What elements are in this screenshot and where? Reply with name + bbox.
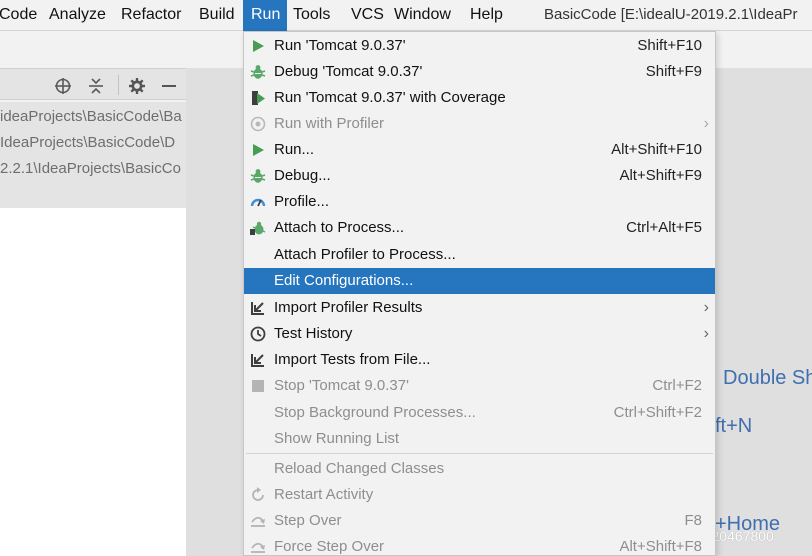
submenu-arrow-icon: › [703,299,709,316]
menu-item-reload-changed-classes[interactable]: Reload Changed Classes [244,456,715,482]
profile-gauge-icon [249,193,267,211]
menu-help[interactable]: Help [467,0,506,31]
menu-item-label: Restart Activity [274,486,374,503]
menu-item-label: Import Tests from File... [274,351,431,368]
history-clock-icon [249,325,267,343]
menu-item-label: Stop 'Tomcat 9.0.37' [274,377,409,394]
menu-item-label: Run 'Tomcat 9.0.37' [274,37,406,54]
menu-code[interactable]: Code [0,0,40,31]
import-icon [249,299,267,317]
menu-item-label: Attach Profiler to Process... [274,246,456,263]
menu-item-import-tests[interactable]: Import Tests from File... [244,347,715,373]
force-step-over-icon [249,538,267,556]
menu-item-attach-profiler[interactable]: Attach Profiler to Process... [244,242,715,268]
submenu-arrow-icon: › [703,325,709,342]
project-toolbar [0,32,186,102]
editor-hint-go-to-file: ft+N [715,415,753,437]
main-menu-bar: Code Analyze Refactor Build Run Tools VC… [0,0,812,31]
window-title: BasicCode [E:\idealU-2019.2.1\IdeaPr [544,6,798,23]
editor-hint-search-everywhere: Double Sh [723,367,812,389]
menu-analyze[interactable]: Analyze [46,0,109,31]
project-path-list: ideaProjects\BasicCode\Ba IdeaProjects\B… [0,102,186,208]
run-icon [249,141,267,159]
menu-item-stop-background-processes[interactable]: Stop Background Processes... Ctrl+Shift+… [244,400,715,426]
menu-item-label: Show Running List [274,430,400,447]
menu-item-shortcut: Alt+Shift+F8 [619,538,702,555]
import-icon [249,351,267,369]
menu-item-label: Attach to Process... [274,219,405,236]
menu-item-debug-tomcat[interactable]: Debug 'Tomcat 9.0.37' Shift+F9 [244,59,715,85]
menu-item-label: Run... [274,141,315,158]
menu-item-label: Debug 'Tomcat 9.0.37' [274,63,423,80]
debug-icon [249,167,267,185]
menu-item-label: Debug... [274,167,331,184]
menu-item-force-step-over[interactable]: Force Step Over Alt+Shift+F8 [244,534,715,556]
menu-item-edit-configurations[interactable]: Edit Configurations... [244,268,715,294]
attach-debugger-icon [249,219,267,237]
crosshair-icon[interactable] [53,76,73,96]
run-menu-dropdown: Run 'Tomcat 9.0.37' Shift+F10 Debug 'Tom… [243,31,716,556]
menu-item-shortcut: Shift+F9 [645,63,702,80]
menu-item-profile[interactable]: Profile... [244,189,715,215]
menu-item-label: Reload Changed Classes [274,460,445,477]
menu-separator [246,453,713,454]
coverage-icon [249,89,267,107]
gear-icon[interactable] [127,76,147,96]
menu-refactor[interactable]: Refactor [118,0,184,31]
menu-item-run-with-profiler[interactable]: Run with Profiler › [244,111,715,137]
menu-item-run-with-coverage[interactable]: Run 'Tomcat 9.0.37' with Coverage [244,85,715,111]
submenu-arrow-icon: › [703,115,709,132]
stop-icon [249,377,267,395]
menu-item-run[interactable]: Run... Alt+Shift+F10 [244,137,715,163]
menu-item-step-over[interactable]: Step Over F8 [244,508,715,534]
project-tool-window: ideaProjects\BasicCode\Ba IdeaProjects\B… [0,32,186,556]
minimize-icon[interactable] [159,76,179,96]
path-row[interactable]: 2.2.1\IdeaProjects\BasicCo [0,156,186,182]
menu-item-show-running-list[interactable]: Show Running List [244,426,715,452]
menu-item-shortcut: Ctrl+Alt+F5 [626,219,702,236]
menu-item-label: Profile... [274,193,330,210]
menu-item-test-history[interactable]: Test History › [244,321,715,347]
menu-item-label: Run 'Tomcat 9.0.37' with Coverage [274,89,506,106]
menu-item-run-tomcat[interactable]: Run 'Tomcat 9.0.37' Shift+F10 [244,33,715,59]
menu-item-shortcut: Alt+Shift+F10 [611,141,702,158]
menu-item-import-profiler-results[interactable]: Import Profiler Results › [244,295,715,321]
menu-item-restart-activity[interactable]: Restart Activity [244,482,715,508]
project-header [0,68,186,100]
restart-icon [249,486,267,504]
step-over-icon [249,512,267,530]
menu-item-label: Stop Background Processes... [274,404,476,421]
path-row[interactable]: ideaProjects\BasicCode\Ba [0,104,186,130]
profiler-icon [249,115,267,133]
path-row[interactable]: IdeaProjects\BasicCode\D [0,130,186,156]
menu-item-label: Edit Configurations... [274,272,414,289]
toolbar-separator [118,75,119,95]
menu-vcs[interactable]: VCS [348,0,387,31]
menu-item-shortcut: Alt+Shift+F9 [619,167,702,184]
collapse-icon[interactable] [86,76,106,96]
run-icon [249,37,267,55]
menu-run[interactable]: Run [243,0,287,31]
menu-item-stop-tomcat[interactable]: Stop 'Tomcat 9.0.37' Ctrl+F2 [244,373,715,399]
menu-item-label: Import Profiler Results [274,299,423,316]
menu-item-shortcut: Ctrl+Shift+F2 [613,404,702,421]
menu-item-shortcut: Ctrl+F2 [652,377,702,394]
menu-item-shortcut: Shift+F10 [637,37,702,54]
debug-icon [249,63,267,81]
menu-item-label: Test History [274,325,353,342]
menu-item-label: Run with Profiler [274,115,385,132]
menu-item-label: Step Over [274,512,342,529]
menu-item-label: Force Step Over [274,538,385,555]
menu-tools[interactable]: Tools [290,0,333,31]
menu-item-attach-to-process[interactable]: Attach to Process... Ctrl+Alt+F5 [244,215,715,241]
menu-item-debug[interactable]: Debug... Alt+Shift+F9 [244,163,715,189]
menu-window[interactable]: Window [391,0,454,31]
menu-build[interactable]: Build [196,0,238,31]
menu-item-shortcut: F8 [684,512,702,529]
